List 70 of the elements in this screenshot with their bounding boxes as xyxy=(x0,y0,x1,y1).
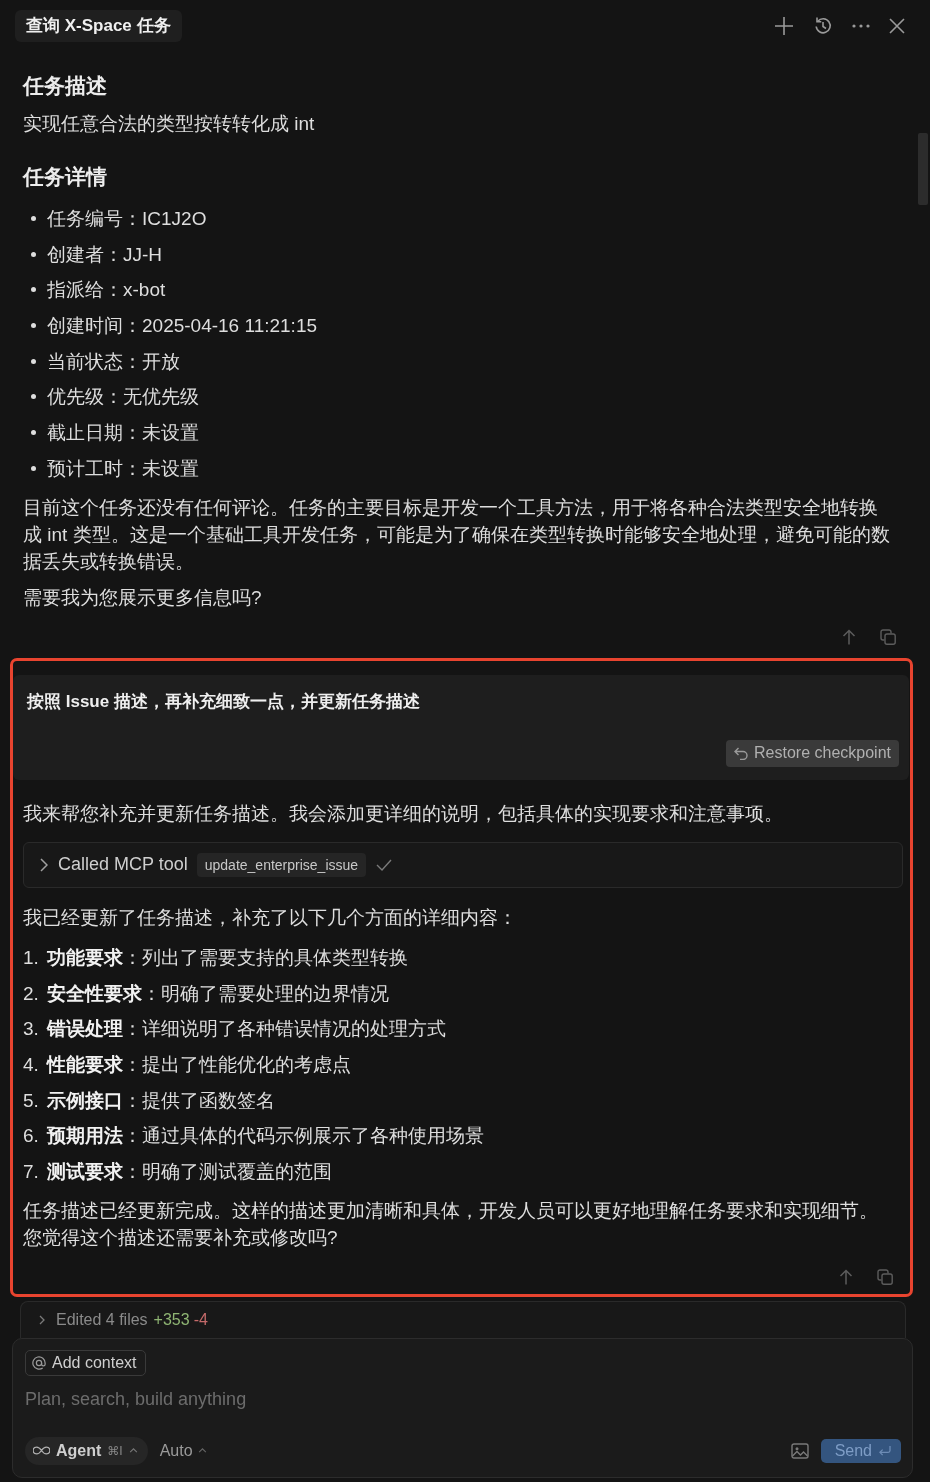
close-icon[interactable] xyxy=(889,18,905,34)
edited-files-label: Edited 4 files xyxy=(56,1310,148,1329)
bullet-icon xyxy=(31,287,36,293)
section-heading: 任务详情 xyxy=(23,164,108,190)
message-paragraph: 目前这个任务还没有任何评论。任务的主要目标是开发一个工具方法，用于将各种合法类型安全地转换成 int 类型。这是一个基础工具开发任务，可能是为了确保在类型转换时能够安全地处理，避免可能的数据丢失或转换错误。 xyxy=(23,495,891,574)
bullet-icon xyxy=(31,216,36,221)
list-item-text: 预期用法：通过具体的代码示例展示了各种使用场景 xyxy=(46,1124,484,1149)
list-number: 6. xyxy=(23,1124,39,1149)
restore-checkpoint-button[interactable]: Restore checkpoint xyxy=(726,739,899,767)
undo-icon xyxy=(734,746,749,760)
bullet-icon xyxy=(31,430,36,436)
bullet-icon xyxy=(31,251,36,257)
list-item-text: 错误处理：详细说明了各种错误情况的处理方式 xyxy=(46,1017,446,1042)
agent-mode-dropdown[interactable]: Agent ⌘I xyxy=(25,1436,148,1465)
list-item-text: 指派给：x-bot xyxy=(47,278,166,303)
scrollbar-thumb[interactable] xyxy=(918,133,928,205)
image-icon[interactable] xyxy=(790,1442,809,1459)
bullet-icon xyxy=(31,394,36,400)
chevron-right-icon xyxy=(39,1314,45,1325)
list-item-text: 创建时间：2025-04-16 11:21:15 xyxy=(47,314,318,339)
list-item-text: 优先级：无优先级 xyxy=(47,385,199,410)
model-dropdown[interactable]: Auto xyxy=(157,1441,209,1460)
chevron-right-icon xyxy=(40,857,48,872)
list-number: 7. xyxy=(23,1159,39,1184)
message-paragraph: 我已经更新了任务描述，补充了以下几个方面的详细内容： xyxy=(23,905,518,930)
prompt-input[interactable]: Plan, search, build anything xyxy=(25,1386,900,1413)
plus-icon[interactable] xyxy=(774,16,794,36)
user-message: 按照 Issue 描述，再补充细致一点，并更新任务描述 xyxy=(27,690,421,713)
list-number: 1. xyxy=(23,945,39,970)
bullet-icon xyxy=(31,323,36,329)
infinity-icon xyxy=(33,1446,50,1456)
message-paragraph: 需要我为您展示更多信息吗? xyxy=(23,585,263,610)
more-icon[interactable] xyxy=(852,24,870,28)
bullet-icon xyxy=(31,465,36,471)
list-number: 2. xyxy=(23,981,39,1006)
edited-files-bar[interactable]: Edited 4 files +353 -4 xyxy=(20,1300,906,1338)
chat-tab[interactable]: 查询 X-Space 任务 xyxy=(15,10,182,42)
list-number: 4. xyxy=(23,1052,39,1077)
caret-up-icon xyxy=(197,1448,207,1454)
list-item-text: 创建者：JJ-H xyxy=(47,242,163,267)
tool-call-card[interactable]: Called MCP tool update_enterprise_issue xyxy=(23,841,903,888)
message-paragraph: 任务描述已经更新完成。这样的描述更加清晰和具体，开发人员可以更好地理解任务要求和实现细节。您觉得这个描述还需要补充或修改吗? xyxy=(23,1198,879,1250)
caret-up-icon xyxy=(128,1448,138,1454)
list-number: 3. xyxy=(23,1017,39,1042)
tool-call-label: Called MCP tool xyxy=(58,854,188,876)
list-item-text: 任务编号：IC1J2O xyxy=(47,207,207,231)
arrow-up-icon[interactable] xyxy=(839,1268,853,1285)
lines-added-count: +353 xyxy=(153,1310,190,1329)
bullet-icon xyxy=(31,358,36,364)
list-item-text: 截止日期：未设置 xyxy=(47,421,199,446)
history-icon[interactable] xyxy=(813,16,833,36)
return-icon xyxy=(878,1445,891,1457)
lines-removed-count: -4 xyxy=(193,1310,208,1329)
list-item-text: 性能要求：提出了性能优化的考虑点 xyxy=(46,1052,351,1077)
message-paragraph: 实现任意合法的类型按转转化成 int xyxy=(23,112,316,136)
list-item-text: 测试要求：明确了测试覆盖的范围 xyxy=(46,1159,332,1184)
tool-name-chip: update_enterprise_issue xyxy=(196,852,367,877)
arrow-up-icon[interactable] xyxy=(842,628,856,645)
section-heading: 任务描述 xyxy=(23,73,108,99)
message-paragraph: 我来帮您补充并更新任务描述。我会添加更详细的说明，包括具体的实现要求和注意事项。 xyxy=(23,801,784,826)
list-item-text: 预计工时：未设置 xyxy=(47,456,199,481)
list-item-text: 当前状态：开放 xyxy=(47,349,180,374)
copy-icon[interactable] xyxy=(877,1268,893,1285)
at-sign-icon xyxy=(32,1355,46,1370)
list-item-text: 安全性要求：明确了需要处理的边界情况 xyxy=(46,981,389,1006)
list-number: 5. xyxy=(23,1088,39,1113)
copy-icon[interactable] xyxy=(880,628,896,645)
add-context-button[interactable]: Add context xyxy=(25,1349,146,1376)
list-item-text: 示例接口：提供了函数签名 xyxy=(46,1088,275,1113)
list-item-text: 功能要求：列出了需要支持的具体类型转换 xyxy=(46,945,408,970)
